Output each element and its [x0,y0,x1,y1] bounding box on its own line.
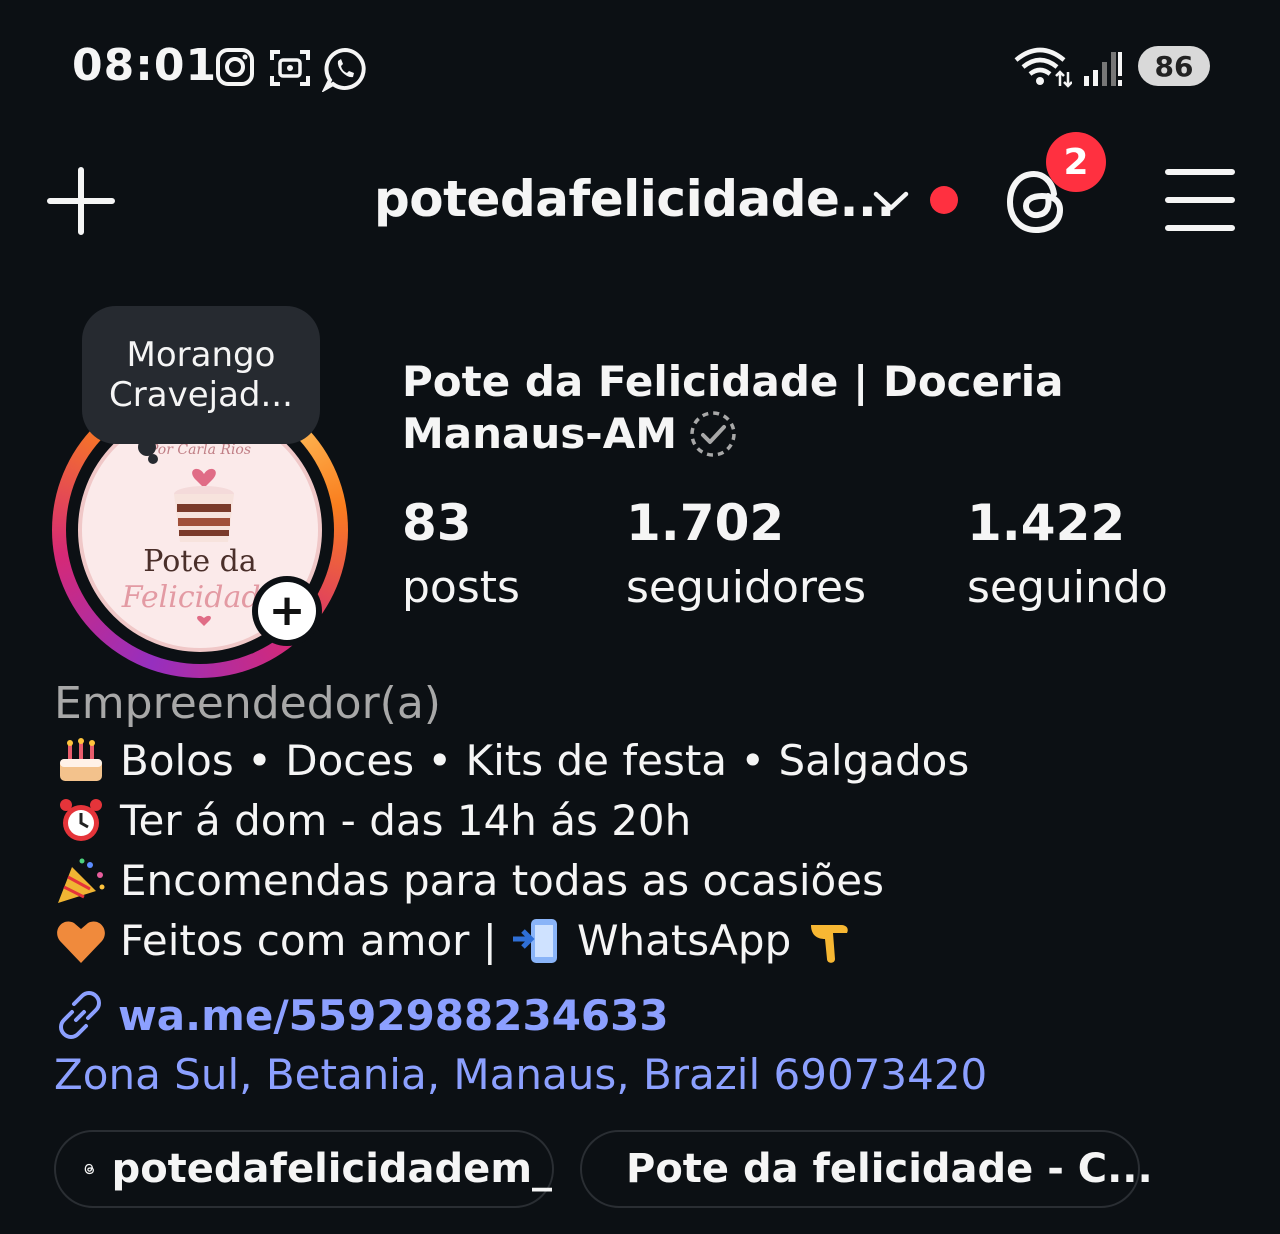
alarm-clock-icon [60,798,102,841]
bio-whatsapp-text: WhatsApp [576,916,792,965]
business-address[interactable]: Zona Sul, Betania, Manaus, Brazil 690734… [54,1050,987,1099]
create-plus-icon[interactable] [46,166,116,236]
bio-line-3-text: Encomendas para todas as ocasiões [120,856,884,905]
followers-count[interactable]: 1.702 [626,494,784,552]
mobile-phone-arrow-icon [512,918,557,963]
account-notification-dot [930,186,958,214]
profile-note-bubble[interactable]: Morango Cravejad... [82,306,320,444]
bio-line-1: Bolos • Doces • Kits de festa • Salgados [54,736,969,785]
link-chain-icon [59,991,101,1039]
instagram-icon [216,48,254,86]
battery-indicator: 86 [1138,46,1210,86]
signal-icon [1084,52,1122,86]
dessert-cup-icon [174,468,234,542]
followers-label[interactable]: seguidores [626,562,866,613]
threads-notification-badge: 2 [1046,132,1106,192]
party-popper-icon [58,858,105,903]
bio-link[interactable]: wa.me/5592988234633 [54,990,669,1040]
add-story-button[interactable]: + [252,576,322,646]
menu-hamburger-icon[interactable] [1164,166,1236,234]
bio-line-4: Feitos com amor | WhatsApp [54,916,869,965]
bio-link-text[interactable]: wa.me/5592988234633 [118,991,669,1040]
display-name-line2: Manaus-AM [402,409,678,458]
note-text-line2: Cravejad... [109,375,293,415]
note-text-line1: Morango [126,335,276,375]
bio-line-4-text: Feitos com amor | [120,916,497,965]
screenshot-icon [270,50,310,86]
note-tail-dot-small [148,454,158,464]
threads-icon [84,1163,94,1175]
posts-label[interactable]: posts [402,562,520,613]
pointing-down-hand-icon [811,924,848,963]
profile-category: Empreendedor(a) [54,678,441,729]
bio-line-3: Encomendas para todas as ocasiões [54,856,884,905]
facebook-profile-label: Pote da felicidade - C... [626,1146,1153,1192]
logo-text: Pote da [143,544,257,579]
heart-divider-icon [197,615,211,626]
bio-line-1-text: Bolos • Doces • Kits de festa • Salgados [120,736,970,785]
threads-profile-label: potedafelicidadem_ [111,1146,552,1192]
chevron-down-icon[interactable] [872,186,910,216]
status-time: 08:01 [72,40,218,91]
facebook-profile-button[interactable]: Pote da felicidade - C... [580,1130,1153,1208]
bio-line-2-text: Ter á dom - das 14h ás 20h [120,796,692,845]
account-username[interactable]: potedafelicidade... [374,170,895,228]
display-name-line1: Pote da Felicidade | Doceria [402,357,1064,406]
whatsapp-icon [322,47,366,92]
profile-display-name: Pote da Felicidade | Doceria Manaus-AM [402,356,1102,460]
following-label[interactable]: seguindo [967,562,1168,613]
threads-profile-button[interactable]: potedafelicidadem_ [54,1130,554,1208]
birthday-cake-icon [60,737,102,781]
following-count[interactable]: 1.422 [967,494,1125,552]
posts-count[interactable]: 83 [402,494,472,552]
wifi-icon [1014,47,1072,88]
bio-line-2: Ter á dom - das 14h ás 20h [54,796,691,845]
orange-heart-icon [57,921,105,963]
add-story-plus-icon: + [258,582,316,640]
logo-top-text: Por Carla Rios [148,442,252,458]
verified-badge-icon [690,411,736,457]
